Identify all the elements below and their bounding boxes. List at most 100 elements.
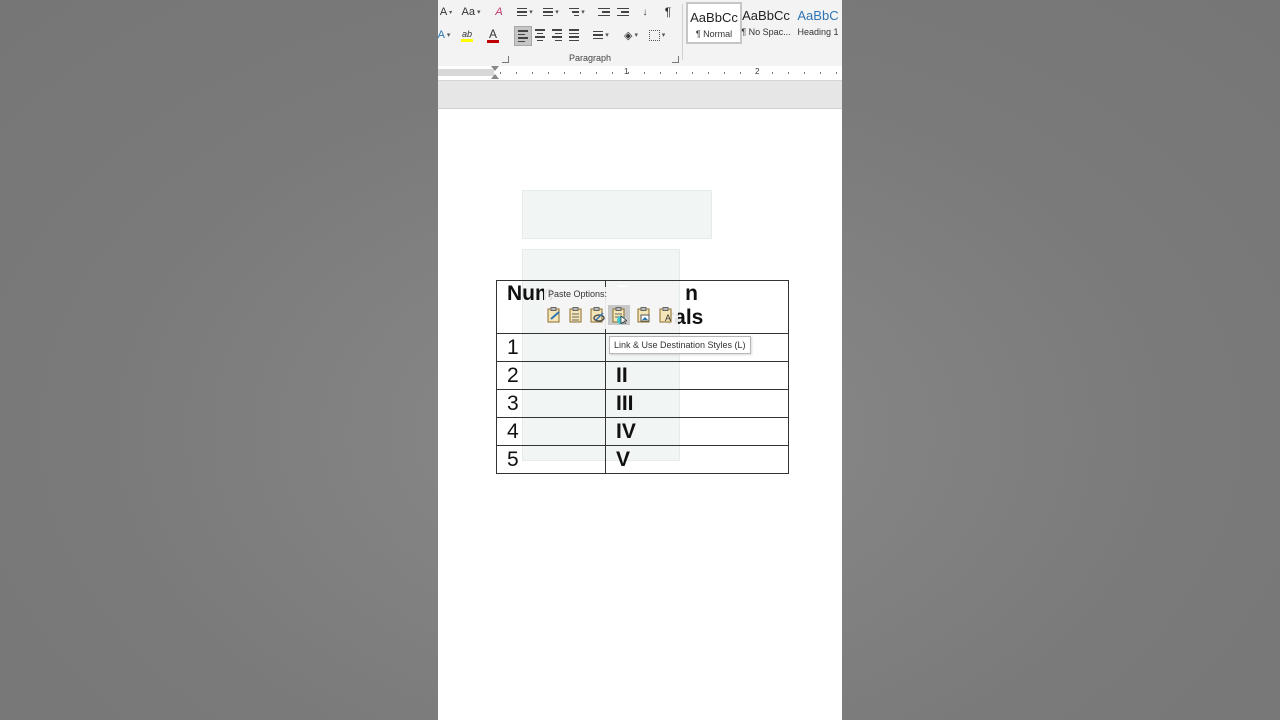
header-number-text: Nu <box>507 282 535 305</box>
increase-indent-icon <box>617 7 629 17</box>
clear-formatting-button[interactable]: A <box>492 3 506 21</box>
sort-button[interactable]: ↓ <box>638 3 652 21</box>
table-cell[interactable]: II <box>605 361 789 390</box>
style-normal-sample: AaBbCc <box>690 10 738 25</box>
ruler-tick <box>692 72 693 74</box>
keep-source-formatting-icon <box>547 307 560 323</box>
align-left-button[interactable] <box>514 26 532 46</box>
ruler-tick <box>724 72 725 74</box>
ruler-tick <box>756 72 757 74</box>
line-spacing-icon <box>593 30 604 40</box>
align-left-icon <box>518 30 528 42</box>
ruler-tick <box>596 72 597 74</box>
paste-tooltip: Link & Use Destination Styles (L) <box>609 336 751 354</box>
highlight-color-swatch <box>461 38 473 42</box>
multilevel-list-icon <box>569 7 580 17</box>
style-no-spacing-name: ¶ No Spac... <box>741 27 791 37</box>
style-heading-1-name: Heading 1 <box>797 27 839 37</box>
table-cell[interactable]: V <box>605 445 789 474</box>
paste-options-title: Paste Options: <box>548 289 608 299</box>
ruler-tick <box>612 72 613 74</box>
decrease-indent-icon <box>598 7 610 17</box>
numbering-button[interactable]: ▾ <box>540 3 562 21</box>
ribbon: A ▾ Aa ▾ A ▾ ▾ ▾ ↓ ¶ A ▾ ab A ▾ ◈ ▾ ▾ Pa… <box>438 0 842 67</box>
line-spacing-button[interactable]: ▾ <box>590 26 612 44</box>
table-cell[interactable]: 5 <box>496 445 606 474</box>
ruler-tick <box>836 72 837 74</box>
multilevel-list-button[interactable]: ▾ <box>566 3 588 21</box>
font-group-launcher-icon[interactable] <box>502 56 509 63</box>
ruler-tick <box>676 72 677 74</box>
font-color-swatch <box>487 39 499 43</box>
ruler-tick <box>740 72 741 74</box>
word-window: A ▾ Aa ▾ A ▾ ▾ ▾ ↓ ¶ A ▾ ab A ▾ ◈ ▾ ▾ Pa… <box>438 0 842 720</box>
style-heading-1[interactable]: AaBbC Heading 1 <box>794 2 842 42</box>
style-normal-name: ¶ Normal <box>695 29 733 39</box>
svg-text:A: A <box>665 313 671 323</box>
table-cell[interactable]: III <box>605 389 789 418</box>
change-case-label: Aa <box>461 6 475 18</box>
center-button[interactable] <box>532 26 548 44</box>
style-heading-1-sample: AaBbC <box>797 8 839 23</box>
table-cell[interactable]: 1 <box>496 333 606 362</box>
borders-button[interactable]: ▾ <box>646 26 668 44</box>
paragraph-group-launcher-icon[interactable] <box>672 56 679 63</box>
use-destination-styles-button[interactable] <box>568 306 584 324</box>
font-color-button[interactable]: A <box>482 26 504 44</box>
table-cell[interactable]: 4 <box>496 417 606 446</box>
drag-ghost-box <box>522 190 712 239</box>
hanging-indent-marker[interactable] <box>491 74 499 79</box>
ruler-tick <box>500 72 501 74</box>
keep-text-only-button[interactable]: A <box>658 306 674 324</box>
align-right-icon <box>552 29 562 41</box>
justify-icon <box>569 29 579 41</box>
picture-icon <box>637 307 650 323</box>
justify-button[interactable] <box>566 26 582 44</box>
first-line-indent-marker[interactable] <box>491 66 499 71</box>
change-case-button[interactable]: Aa ▾ <box>460 3 482 21</box>
ruler-tick <box>772 72 773 74</box>
ruler-tick <box>628 72 629 74</box>
picture-button[interactable] <box>636 306 652 324</box>
decrease-indent-button[interactable] <box>596 3 612 21</box>
keep-source-formatting-button[interactable] <box>546 306 562 324</box>
shrink-font-label: A <box>439 6 448 18</box>
style-no-spacing[interactable]: AaBbCc ¶ No Spac... <box>740 2 792 42</box>
paragraph-group-label: Paragraph <box>569 53 612 63</box>
shading-button[interactable]: ◈ ▾ <box>620 26 642 44</box>
table-cell[interactable]: IV <box>605 417 789 446</box>
text-effects-button[interactable]: A ▾ <box>438 26 452 44</box>
sort-icon: ↓ <box>642 6 648 18</box>
ruler-tick <box>580 72 581 74</box>
link-destination-styles-icon <box>612 307 627 324</box>
link-destination-styles-button[interactable] <box>608 305 630 325</box>
show-formatting-button[interactable]: ¶ <box>662 3 674 21</box>
highlight-icon: ab <box>461 28 472 39</box>
ruler-left-margin <box>438 69 494 76</box>
shading-icon: ◈ <box>624 29 633 42</box>
bullets-button[interactable]: ▾ <box>514 3 536 21</box>
link-keep-source-icon <box>590 307 605 323</box>
ruler-tick <box>532 72 533 74</box>
shrink-font-button[interactable]: A ▾ <box>440 3 452 21</box>
pilcrow-icon: ¶ <box>664 5 672 19</box>
bullets-icon <box>517 7 528 17</box>
horizontal-ruler[interactable]: 1 2 <box>438 66 842 81</box>
highlight-button[interactable]: ab <box>456 26 478 44</box>
group-divider <box>682 4 683 60</box>
page-gap <box>438 81 842 109</box>
link-keep-source-button[interactable] <box>590 306 606 324</box>
align-center-icon <box>535 29 545 41</box>
ruler-tick <box>564 72 565 74</box>
table-cell[interactable]: 3 <box>496 389 606 418</box>
ruler-tick <box>644 72 645 74</box>
table-cell[interactable]: 2 <box>496 361 606 390</box>
style-normal[interactable]: AaBbCc ¶ Normal <box>686 2 742 44</box>
table-row: 2 II <box>496 361 789 390</box>
text-effects-icon: A <box>438 29 445 41</box>
ruler-tick <box>788 72 789 74</box>
keep-text-only-icon: A <box>659 307 672 323</box>
align-right-button[interactable] <box>549 26 565 44</box>
ruler-tick <box>820 72 821 74</box>
increase-indent-button[interactable] <box>615 3 631 21</box>
